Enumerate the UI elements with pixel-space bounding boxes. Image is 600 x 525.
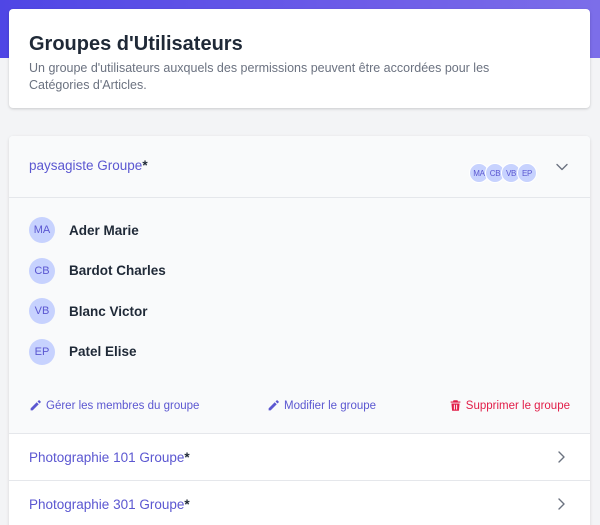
chevron-right-icon[interactable]	[554, 497, 568, 511]
delete-group-button[interactable]: Supprimer le groupe	[449, 399, 570, 412]
avatar: VB	[29, 298, 55, 325]
group-title: Photographie 101 Groupe*	[29, 449, 190, 465]
list-item: CB Bardot Charles	[29, 251, 570, 292]
member-avatar-stack: MA CB VB EP	[469, 163, 537, 183]
member-name: Blanc Victor	[69, 303, 148, 319]
group-title: paysagiste Groupe*	[29, 158, 148, 173]
member-name: Ader Marie	[69, 222, 139, 238]
member-name: Bardot Charles	[69, 263, 166, 279]
avatar: MA	[29, 217, 55, 244]
avatar: CB	[29, 257, 55, 284]
page-subtitle: Un groupe d'utilisateurs auxquels des pe…	[29, 61, 490, 92]
page-title: Groupes d'Utilisateurs	[29, 33, 243, 55]
pencil-icon	[268, 400, 279, 411]
edit-group-button[interactable]: Modifier le groupe	[267, 399, 376, 412]
group-row[interactable]: Photographie 101 Groupe*	[9, 434, 590, 481]
list-item: MA Ader Marie	[29, 210, 570, 251]
edit-group-label: Modifier le groupe	[284, 399, 377, 412]
manage-members-label: Gérer les membres du groupe	[46, 399, 200, 412]
group-actions: Gérer les membres du groupe Modifier le …	[9, 372, 590, 434]
avatar: EP	[517, 163, 537, 183]
groups-list: paysagiste Groupe* MA CB VB EP MA Ader M…	[9, 136, 590, 525]
group-row[interactable]: Photographie 301 Groupe*	[9, 481, 590, 525]
avatar: EP	[29, 338, 55, 365]
group-panel-expanded: paysagiste Groupe* MA CB VB EP MA Ader M…	[9, 136, 590, 434]
member-list: MA Ader Marie CB Bardot Charles VB Blanc…	[9, 198, 590, 372]
chevron-right-icon[interactable]	[554, 450, 568, 464]
trash-icon	[450, 400, 461, 411]
group-title: Photographie 301 Groupe*	[29, 496, 190, 512]
list-item: VB Blanc Victor	[29, 291, 570, 332]
page-header: Groupes d'Utilisateurs Un groupe d'utili…	[9, 9, 590, 108]
delete-group-label: Supprimer le groupe	[465, 399, 570, 412]
group-header[interactable]: paysagiste Groupe* MA CB VB EP	[9, 136, 590, 198]
pencil-icon	[30, 400, 41, 411]
manage-members-button[interactable]: Gérer les membres du groupe	[29, 399, 199, 412]
member-name: Patel Elise	[69, 344, 137, 360]
list-item: EP Patel Elise	[29, 332, 570, 373]
chevron-down-icon[interactable]	[554, 159, 570, 175]
